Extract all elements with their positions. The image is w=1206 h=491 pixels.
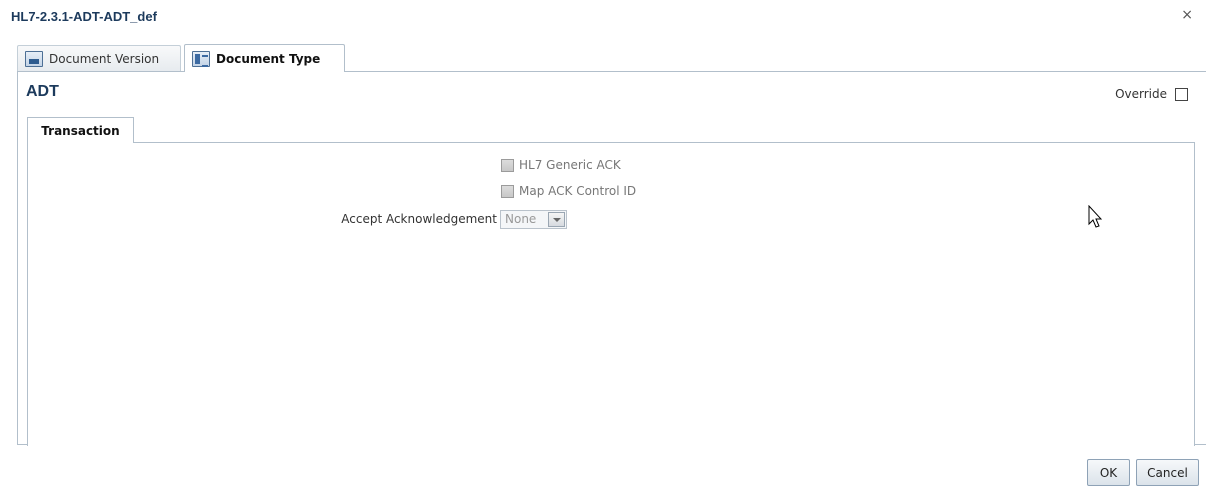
tab-label: Document Version [49,51,160,66]
map-ack-control-id-label: Map ACK Control ID [519,184,637,198]
close-icon[interactable]: × [1181,7,1193,23]
transaction-panel: HL7 Generic ACK Map ACK Control ID Accep… [27,142,1195,446]
tab-transaction[interactable]: Transaction [27,117,134,143]
ok-button[interactable]: OK [1087,459,1130,486]
chevron-down-icon[interactable] [548,212,565,227]
document-type-icon [192,50,210,67]
mouse-pointer-icon [1088,205,1102,228]
accept-acknowledgement-label: Accept Acknowledgement [341,212,497,226]
hl7-generic-ack-label: HL7 Generic ACK [519,158,621,172]
hl7-generic-ack-checkbox[interactable] [501,158,514,172]
tab-document-version[interactable]: Document Version [17,45,181,71]
document-type-panel: ADT Override Transaction HL7 Generic ACK… [17,71,1206,446]
override-checkbox[interactable] [1175,87,1188,101]
override-control: Override [1115,87,1188,101]
map-ack-control-id-row: Map ACK Control ID [501,184,636,198]
tab-document-type[interactable]: Document Type [184,44,345,72]
override-label: Override [1115,87,1167,101]
document-version-icon [25,50,43,67]
map-ack-control-id-checkbox[interactable] [501,184,514,198]
accept-acknowledgement-select[interactable]: None [500,210,567,229]
cancel-button[interactable]: Cancel [1136,459,1199,486]
accept-acknowledgement-value: None [505,212,537,226]
tab-label: Document Type [216,51,321,66]
section-title: ADT [26,83,59,100]
dialog-title: HL7-2.3.1-ADT-ADT_def [11,9,157,24]
hl7-generic-ack-row: HL7 Generic ACK [501,158,621,172]
inner-tab-bar: Transaction [27,117,134,143]
